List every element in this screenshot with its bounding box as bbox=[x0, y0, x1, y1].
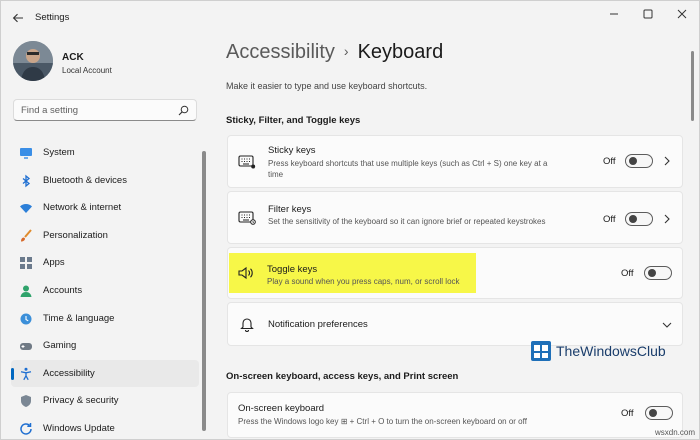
chevron-down-icon bbox=[662, 322, 672, 328]
sidebar-item-system[interactable]: System bbox=[11, 139, 199, 167]
wifi-icon bbox=[19, 201, 33, 215]
sidebar-item-label: Windows Update bbox=[43, 422, 115, 434]
sidebar-item-label: Apps bbox=[43, 257, 65, 269]
sidebar-item-label: Bluetooth & devices bbox=[43, 174, 127, 186]
sidebar-item-gaming[interactable]: Gaming bbox=[11, 332, 199, 360]
search-icon bbox=[178, 105, 189, 116]
sidebar-item-apps[interactable]: Apps bbox=[11, 249, 199, 277]
speaker-icon bbox=[237, 265, 255, 281]
back-arrow-icon bbox=[12, 13, 23, 23]
update-icon bbox=[19, 422, 33, 436]
sticky-keys-card[interactable]: Sticky keys Press keyboard shortcuts tha… bbox=[227, 135, 683, 188]
sidebar-item-label: Gaming bbox=[43, 340, 77, 352]
keyboard-filter-icon bbox=[238, 210, 256, 226]
filter-keys-toggle[interactable] bbox=[625, 212, 653, 226]
toggle-state-label: Off bbox=[621, 408, 634, 419]
chevron-right-icon bbox=[664, 214, 670, 224]
sidebar-item-accounts[interactable]: Accounts bbox=[11, 277, 199, 305]
bluetooth-icon bbox=[19, 174, 33, 188]
search-placeholder: Find a setting bbox=[21, 105, 79, 116]
sidebar-item-label: Personalization bbox=[43, 229, 108, 241]
sidebar-item-label: System bbox=[43, 147, 75, 158]
settings-window: Settings ACK Local Account Find a settin… bbox=[0, 0, 700, 440]
sidebar-item-label: Time & language bbox=[43, 312, 115, 324]
card-title: Filter keys bbox=[268, 204, 312, 215]
card-title: Notification preferences bbox=[268, 319, 368, 330]
monitor-icon bbox=[19, 146, 33, 160]
close-button[interactable] bbox=[665, 1, 699, 27]
sidebar-item-personalization[interactable]: Personalization bbox=[11, 222, 199, 250]
main-scrollbar[interactable] bbox=[691, 51, 694, 121]
card-description: Press the Windows logo key ⊞ + Ctrl + O … bbox=[238, 417, 527, 426]
accessibility-icon bbox=[19, 367, 33, 381]
sidebar-item-label: Privacy & security bbox=[43, 395, 119, 407]
avatar bbox=[13, 41, 53, 81]
chevron-right-icon bbox=[664, 156, 670, 166]
minimize-icon bbox=[610, 13, 618, 15]
toggle-keys-toggle[interactable] bbox=[644, 266, 672, 280]
toggle-state-label: Off bbox=[603, 156, 616, 167]
card-description: Set the sensitivity of the keyboard so i… bbox=[268, 217, 546, 226]
brush-icon bbox=[19, 229, 33, 243]
page-title: Keyboard bbox=[357, 41, 444, 63]
breadcrumb-separator: › bbox=[343, 43, 349, 59]
person-icon bbox=[19, 284, 33, 298]
breadcrumb-parent[interactable]: Accessibility bbox=[226, 41, 335, 63]
breadcrumb: Accessibility › Keyboard bbox=[226, 41, 443, 64]
sidebar-item-privacy[interactable]: Privacy & security bbox=[11, 387, 199, 415]
gamepad-icon bbox=[19, 339, 33, 353]
minimize-button[interactable] bbox=[597, 1, 631, 27]
filter-keys-card[interactable]: Filter keys Set the sensitivity of the k… bbox=[227, 191, 683, 244]
toggle-state-label: Off bbox=[621, 268, 634, 279]
maximize-icon bbox=[643, 9, 653, 19]
back-button[interactable] bbox=[7, 9, 29, 27]
search-input[interactable]: Find a setting bbox=[13, 99, 197, 121]
bell-icon bbox=[238, 316, 256, 332]
apps-icon bbox=[19, 256, 33, 270]
on-screen-keyboard-toggle[interactable] bbox=[645, 406, 673, 420]
close-icon bbox=[677, 9, 687, 19]
notification-preferences-card[interactable]: Notification preferences bbox=[227, 302, 683, 346]
watermark-text: TheWindowsClub bbox=[556, 343, 666, 359]
card-description: Press keyboard shortcuts that use multip… bbox=[268, 159, 548, 179]
card-title: Sticky keys bbox=[268, 145, 316, 156]
card-description: Play a sound when you press caps, num, o… bbox=[267, 277, 460, 286]
shield-icon bbox=[19, 394, 33, 408]
toggle-state-label: Off bbox=[603, 214, 616, 225]
sidebar-item-time-language[interactable]: Time & language bbox=[11, 305, 199, 333]
sidebar-item-network[interactable]: Network & internet bbox=[11, 194, 199, 222]
keyboard-sticky-icon bbox=[238, 154, 256, 170]
card-title: On-screen keyboard bbox=[238, 403, 325, 414]
sidebar-scrollbar[interactable] bbox=[202, 151, 206, 431]
site-watermark: wsxdn.com bbox=[654, 428, 695, 437]
windows-club-logo-icon bbox=[531, 341, 551, 361]
section-title-sticky: Sticky, Filter, and Toggle keys bbox=[226, 115, 361, 126]
card-title: Toggle keys bbox=[267, 264, 318, 275]
user-name: ACK bbox=[62, 52, 84, 63]
sidebar-item-accessibility[interactable]: Accessibility bbox=[11, 359, 199, 388]
page-description: Make it easier to type and use keyboard … bbox=[226, 81, 428, 91]
sidebar-nav: System Bluetooth & devices Network & int… bbox=[11, 139, 199, 440]
section-title-onscreen: On-screen keyboard, access keys, and Pri… bbox=[226, 371, 459, 382]
sidebar-item-label: Accounts bbox=[43, 284, 83, 296]
on-screen-keyboard-card[interactable]: On-screen keyboard Press the Windows log… bbox=[227, 392, 683, 438]
sidebar-item-windows-update[interactable]: Windows Update bbox=[11, 415, 199, 440]
globe-clock-icon bbox=[19, 312, 33, 326]
maximize-button[interactable] bbox=[631, 1, 665, 27]
window-controls bbox=[597, 1, 699, 27]
account-type: Local Account bbox=[62, 66, 112, 75]
sidebar-item-label: Accessibility bbox=[43, 367, 95, 379]
sidebar-item-label: Network & internet bbox=[43, 202, 122, 214]
title-bar: Settings bbox=[1, 1, 699, 35]
sidebar-item-bluetooth[interactable]: Bluetooth & devices bbox=[11, 167, 199, 195]
app-title: Settings bbox=[35, 12, 70, 23]
sticky-keys-toggle[interactable] bbox=[625, 154, 653, 168]
thewindowsclub-watermark: TheWindowsClub bbox=[530, 340, 666, 365]
